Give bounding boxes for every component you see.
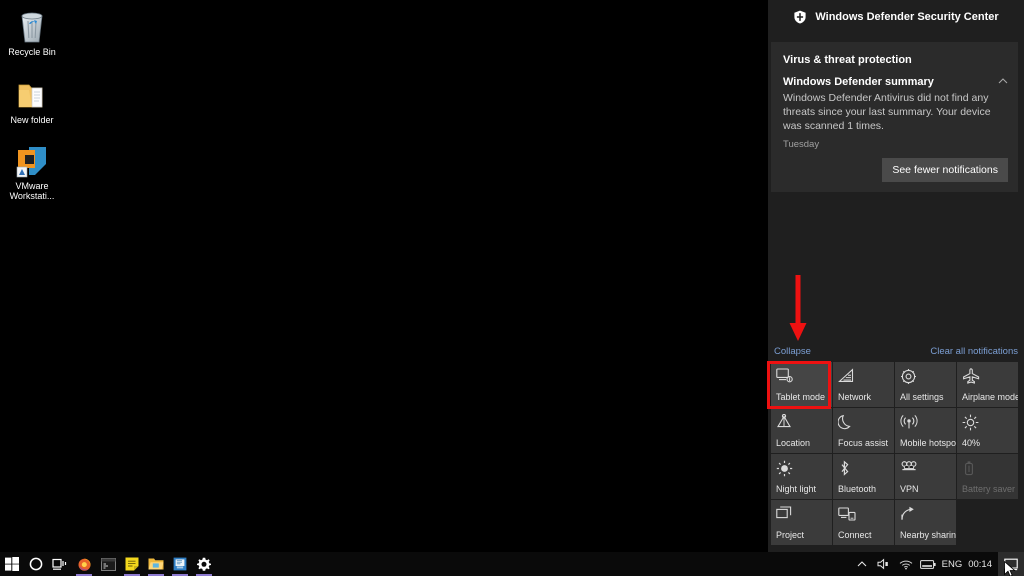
collapse-link[interactable]: Collapse [774,346,811,357]
notification-card[interactable]: Virus & threat protection Windows Defend… [771,42,1018,192]
settings-button[interactable] [192,552,216,576]
action-center-button[interactable] [998,552,1024,576]
quick-action-airplane-mode[interactable]: Airplane mode [957,362,1018,407]
desktop-icon-label: VMware Workstati... [0,181,64,201]
cortana-button[interactable] [24,552,48,576]
quick-action-label: All settings [900,392,953,402]
quick-action-label: Battery saver [962,484,1015,494]
gear-icon [900,368,951,386]
desktop-icon-new-folder[interactable]: New folder [0,72,64,125]
quick-action-label: Nearby sharing [900,530,953,540]
quick-action-mobile-hotspot[interactable]: Mobile hotspot [895,408,956,453]
network-icon [838,368,889,386]
project-icon [776,506,827,524]
quick-action-connect[interactable]: Connect [833,500,894,545]
tablet-mode-icon [776,368,827,386]
notification-title: Windows Defender summary [783,76,1006,88]
taskbar-buttons [0,552,216,576]
quick-action-40[interactable]: 40% [957,408,1018,453]
task-view-button[interactable] [48,552,72,576]
desktop-icon-recycle-bin[interactable]: Recycle Bin [0,4,64,57]
desktop[interactable]: Recycle Bin New folder [0,0,768,552]
speaker-icon[interactable] [873,552,895,576]
notification-header-title: Windows Defender Security Center [815,11,998,23]
vpn-icon [900,460,951,478]
quick-action-all-settings[interactable]: All settings [895,362,956,407]
notification-text: Windows Defender Antivirus did not find … [783,91,1006,133]
desktop-icon-vmware-workstation[interactable]: VMware Workstati... [0,138,64,201]
notification-timestamp: Tuesday [783,139,1006,150]
file-explorer-button[interactable] [144,552,168,576]
quick-action-label: 40% [962,438,1015,448]
chevron-up-icon[interactable] [996,74,1010,88]
quick-action-label: VPN [900,484,953,494]
battery-saver-icon [962,460,1013,478]
quick-action-night-light[interactable]: Night light [771,454,832,499]
language-indicator[interactable]: ENG [939,552,966,576]
wifi-icon[interactable] [895,552,917,576]
clear-all-notifications-link[interactable]: Clear all notifications [930,346,1018,357]
sticky-notes-button[interactable] [120,552,144,576]
vmware-workstation-icon [0,138,64,178]
notification-header: Windows Defender Security Center [768,0,1024,34]
connect-icon [838,506,889,524]
recycle-bin-icon [0,4,64,44]
desktop-icon-label: Recycle Bin [0,47,64,57]
quick-action-location[interactable]: Location [771,408,832,453]
shield-icon [793,10,807,24]
quick-action-nearby-sharing[interactable]: Nearby sharing [895,500,956,545]
quick-action-label: Connect [838,530,891,540]
quick-action-empty-slot [957,500,1018,545]
quick-action-battery-saver: Battery saver [957,454,1018,499]
quick-action-label: Tablet mode [776,392,829,402]
quick-action-label: Airplane mode [962,392,1015,402]
folder-icon [0,72,64,112]
brightness-icon [962,414,1013,432]
quick-action-project[interactable]: Project [771,500,832,545]
clock[interactable]: 00:14 [965,559,998,570]
quick-action-focus-assist[interactable]: Focus assist [833,408,894,453]
notification-body: Windows Defender summary Windows Defende… [771,66,1018,150]
moon-icon [838,414,889,432]
night-light-icon [776,460,827,478]
show-hidden-icons-button[interactable] [851,552,873,576]
quick-action-label: Project [776,530,829,540]
firefox-button[interactable] [72,552,96,576]
airplane-icon [962,368,1013,386]
hotspot-icon [900,414,951,432]
quick-actions-grid: Tablet mode Network All settings Airplane m… [771,362,1021,545]
desktop-icon-label: New folder [0,115,64,125]
action-center-link-row: Collapse Clear all notifications [768,343,1024,359]
quick-action-bluetooth[interactable]: Bluetooth [833,454,894,499]
quick-action-label: Network [838,392,891,402]
quick-action-label: Night light [776,484,829,494]
quick-action-label: Focus assist [838,438,891,448]
nearby-sharing-icon [900,506,951,524]
store-button[interactable] [168,552,192,576]
see-fewer-notifications-button[interactable]: See fewer notifications [882,158,1008,182]
quick-action-label: Location [776,438,829,448]
battery-icon[interactable] [917,552,939,576]
bluetooth-icon [838,460,889,478]
notification-category: Virus & threat protection [771,42,1018,66]
screen: Recycle Bin New folder [0,0,1024,576]
system-tray: ENG 00:14 [851,552,1024,576]
location-pin-icon [776,414,827,432]
quick-action-label: Bluetooth [838,484,891,494]
start-button[interactable] [0,552,24,576]
console-button[interactable] [96,552,120,576]
quick-action-tablet-mode[interactable]: Tablet mode [771,362,832,407]
action-center-panel: Windows Defender Security Center Virus &… [768,0,1024,552]
taskbar: ENG 00:14 [0,552,1024,576]
quick-action-vpn[interactable]: VPN [895,454,956,499]
quick-action-network[interactable]: Network [833,362,894,407]
quick-action-label: Mobile hotspot [900,438,953,448]
